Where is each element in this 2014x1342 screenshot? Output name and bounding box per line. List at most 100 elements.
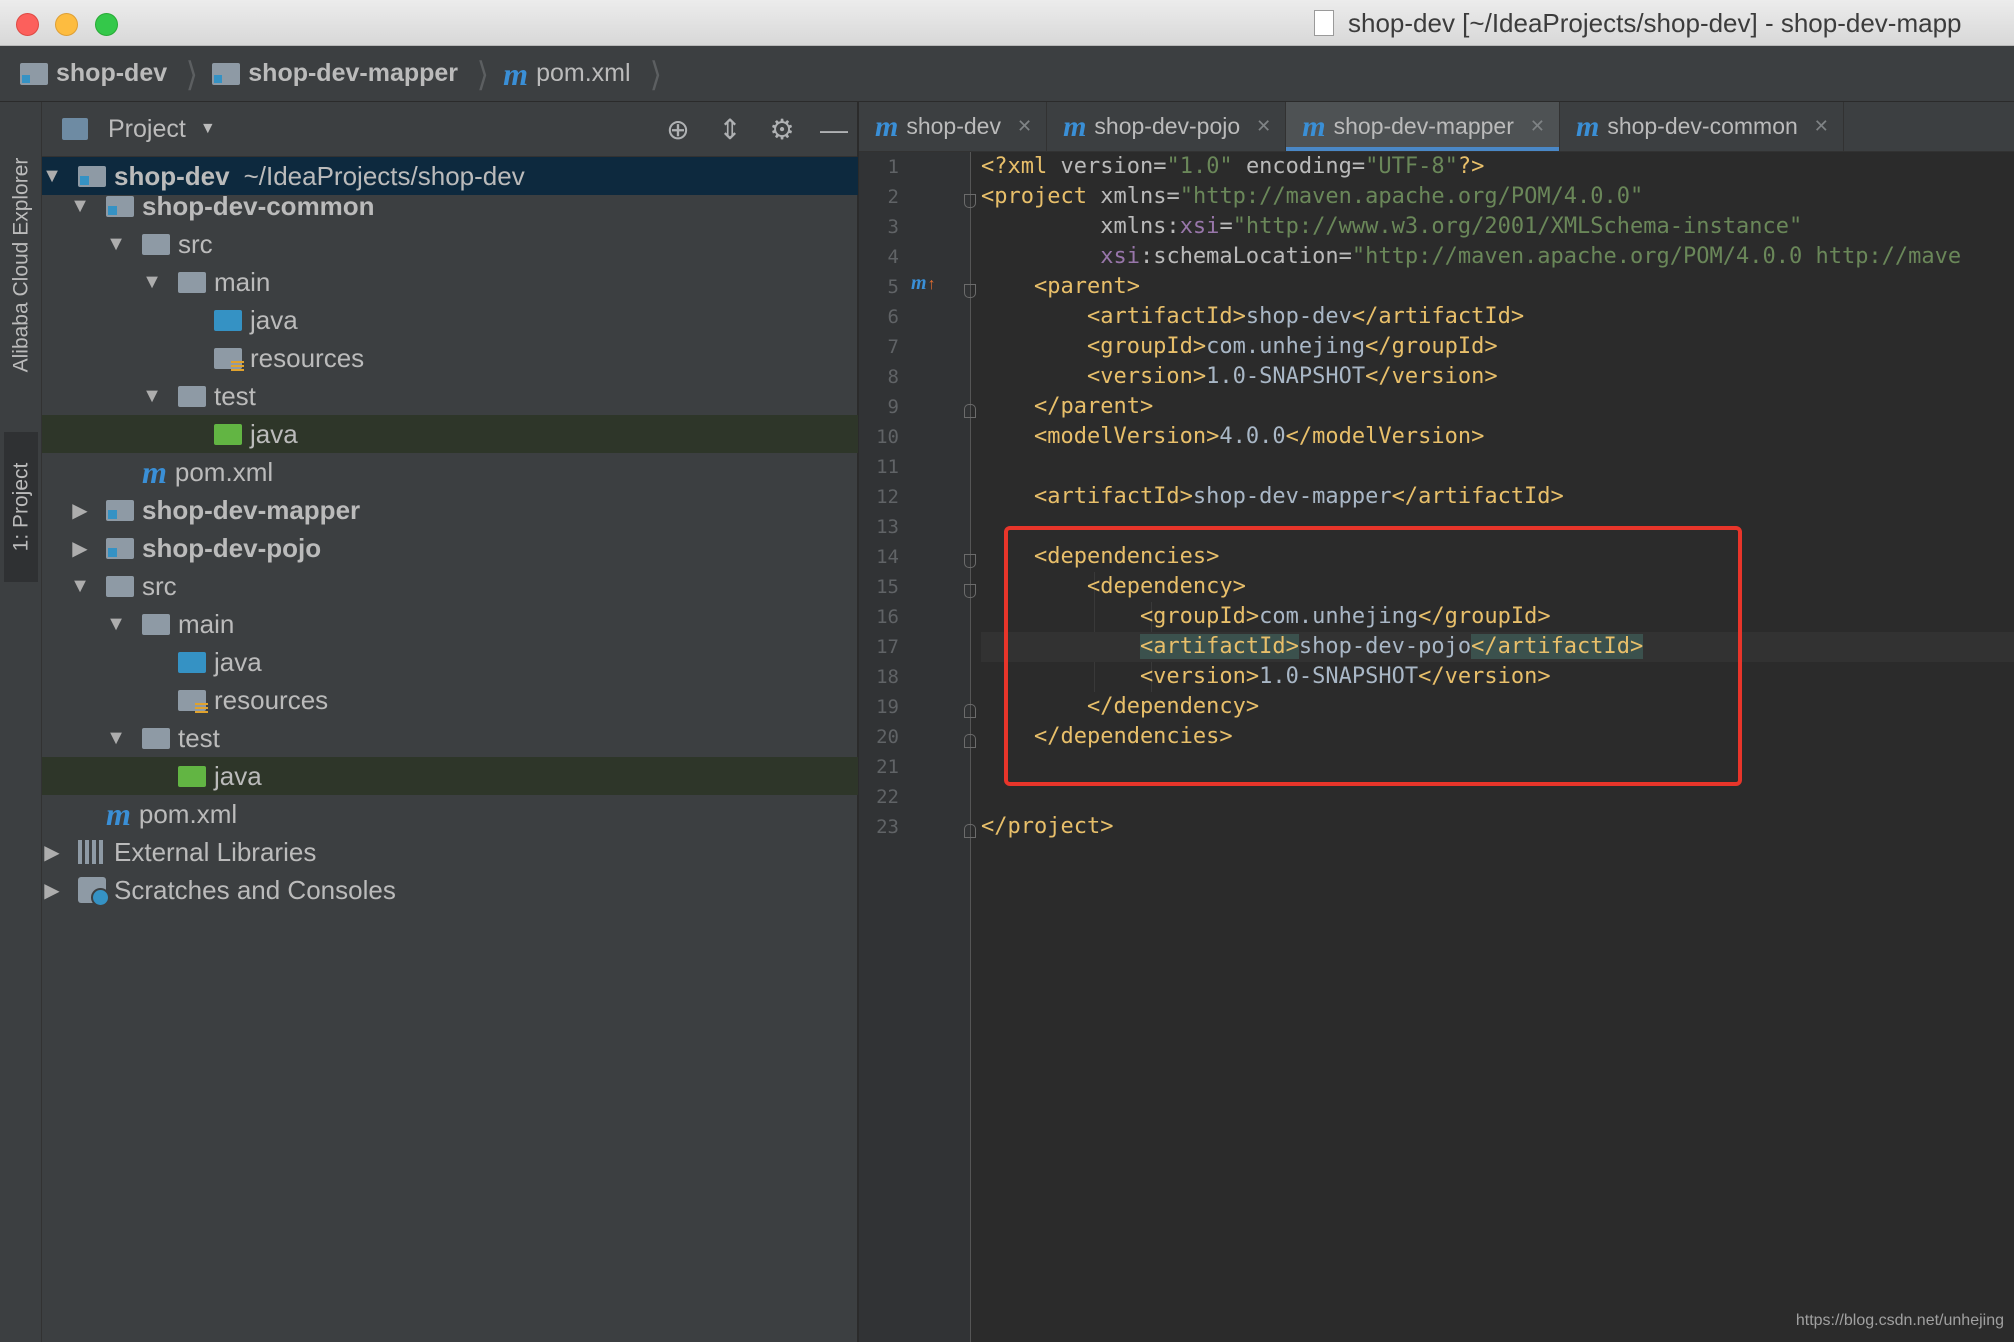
breadcrumb-item-shop-dev-mapper[interactable]: shop-dev-mapper: [212, 59, 458, 88]
tree-item-external-libraries[interactable]: ▶ External Libraries: [42, 833, 858, 871]
tree-item-label: pom.xml: [138, 798, 238, 829]
source-folder-icon: [214, 309, 242, 331]
code-line: <version>1.0-SNAPSHOT</version>: [981, 362, 1498, 392]
expanded-arrow-icon[interactable]: ▼: [70, 195, 90, 218]
tab-shop-dev[interactable]: m shop-dev ✕: [859, 102, 1048, 151]
window-title-bar: shop-dev [~/IdeaProjects/shop-dev] - sho…: [0, 0, 2014, 46]
code-text: "http://maven.apache.org/POM/4.0.0 http:…: [1351, 244, 1962, 269]
close-window-button[interactable]: [16, 13, 39, 36]
expanded-arrow-icon[interactable]: ▼: [42, 165, 62, 188]
expanded-arrow-icon[interactable]: ▼: [106, 233, 126, 256]
library-icon: [78, 840, 106, 864]
tree-item-label: main: [214, 266, 271, 297]
tree-item-label: shop-dev-common: [142, 190, 375, 221]
tree-item-label: main: [178, 608, 235, 639]
chevron-down-icon[interactable]: ▼: [200, 120, 216, 138]
tree-item-test[interactable]: ▼ test: [42, 377, 858, 415]
code-text: </artifactId>: [1391, 484, 1564, 509]
collapse-all-icon[interactable]: ⇕: [715, 113, 745, 146]
code-text: </project>: [981, 814, 1114, 839]
tree-item-src[interactable]: ▼ src: [42, 567, 858, 605]
tree-item-shop-dev-mapper[interactable]: ▶ shop-dev-mapper: [42, 491, 858, 529]
tool-tab-project[interactable]: 1: Project: [4, 432, 38, 582]
tree-item-label: test: [178, 722, 220, 753]
fold-marker-icon[interactable]: [964, 194, 976, 208]
line-number: 23: [876, 816, 899, 838]
watermark: https://blog.csdn.net/unhejing: [1795, 1312, 2004, 1329]
line-number: 6: [887, 306, 899, 328]
tab-shop-dev-mapper[interactable]: m shop-dev-mapper ✕: [1286, 102, 1560, 151]
tree-item-shop-dev-pojo[interactable]: ▶ shop-dev-pojo: [42, 529, 858, 567]
tree-item-pom-xml[interactable]: m pom.xml: [42, 795, 858, 833]
tree-item-test-java[interactable]: java: [42, 757, 858, 795]
tree-item-test[interactable]: ▼ test: [42, 719, 858, 757]
project-view-selector[interactable]: Project: [108, 115, 186, 144]
expanded-arrow-icon[interactable]: ▼: [70, 575, 90, 598]
code-line: <modelVersion>4.0.0</modelVersion>: [981, 422, 1484, 452]
tree-item-label: java: [214, 646, 262, 677]
code-text: </artifactId>: [1351, 304, 1525, 329]
tree-item-shop-dev-common[interactable]: ▼ shop-dev-common: [42, 187, 858, 225]
tree-item-src[interactable]: ▼ src: [42, 225, 858, 263]
expanded-arrow-icon[interactable]: ▼: [106, 727, 126, 750]
tree-item-main[interactable]: ▼ main: [42, 263, 858, 301]
code-line: <project xmlns="http://maven.apache.org/…: [981, 182, 1643, 212]
collapsed-arrow-icon[interactable]: ▶: [70, 498, 90, 523]
line-number: 17: [876, 636, 899, 658]
code-text: <artifactId>: [981, 304, 1246, 329]
line-number: 18: [876, 666, 899, 688]
close-icon[interactable]: ✕: [1256, 116, 1271, 137]
tree-item-java[interactable]: java: [42, 643, 858, 681]
fold-marker-icon[interactable]: [964, 284, 976, 298]
scratches-icon: [78, 877, 110, 907]
locate-file-icon[interactable]: ⊕: [663, 113, 693, 146]
fold-marker-icon[interactable]: [964, 584, 976, 598]
tree-item-resources[interactable]: resources: [42, 681, 858, 719]
tree-item-main[interactable]: ▼ main: [42, 605, 858, 643]
tool-tab-alibaba-cloud-explorer[interactable]: Alibaba Cloud Explorer: [4, 120, 38, 410]
fold-marker-icon[interactable]: [964, 404, 976, 418]
module-folder-icon: [106, 195, 134, 217]
breadcrumb-item-pom-xml[interactable]: m pom.xml: [503, 58, 630, 90]
minimize-window-button[interactable]: [55, 13, 78, 36]
tree-item-java[interactable]: java: [42, 301, 858, 339]
close-icon[interactable]: ✕: [1530, 116, 1545, 137]
collapsed-arrow-icon[interactable]: ▶: [42, 878, 62, 903]
highlight-annotation-box: [1004, 526, 1742, 786]
maven-icon: m: [875, 109, 899, 143]
tab-shop-dev-common[interactable]: m shop-dev-common ✕: [1560, 102, 1844, 151]
fold-marker-icon[interactable]: [964, 824, 976, 838]
module-folder-icon: [106, 537, 134, 559]
fold-marker-icon[interactable]: [964, 704, 976, 718]
hide-panel-icon[interactable]: —: [819, 114, 849, 146]
line-number: 8: [887, 366, 899, 388]
line-number: 22: [876, 786, 899, 808]
tree-item-scratches-and-consoles[interactable]: ▶ Scratches and Consoles: [42, 871, 858, 909]
project-view-icon: [62, 118, 88, 140]
fold-marker-icon[interactable]: [964, 554, 976, 568]
gear-icon[interactable]: ⚙: [767, 113, 797, 146]
line-number: 15: [876, 576, 899, 598]
document-icon: [1314, 10, 1334, 36]
folder-icon: [106, 575, 134, 597]
folder-icon: [142, 613, 170, 635]
tab-shop-dev-pojo[interactable]: m shop-dev-pojo ✕: [1047, 102, 1287, 151]
tree-item-pom-xml[interactable]: m pom.xml: [42, 453, 858, 491]
fold-marker-icon[interactable]: [964, 734, 976, 748]
collapsed-arrow-icon[interactable]: ▶: [42, 840, 62, 865]
collapsed-arrow-icon[interactable]: ▶: [70, 536, 90, 561]
expanded-arrow-icon[interactable]: ▼: [142, 271, 162, 294]
navigate-to-parent-icon[interactable]: m: [911, 272, 936, 295]
tree-item-resources[interactable]: resources: [42, 339, 858, 377]
code-text: 1.0-SNAPSHOT: [1206, 364, 1366, 389]
maximize-window-button[interactable]: [95, 13, 118, 36]
close-icon[interactable]: ✕: [1017, 116, 1032, 137]
close-icon[interactable]: ✕: [1814, 116, 1829, 137]
breadcrumb: shop-dev ❭ shop-dev-mapper ❭ m pom.xml ❭: [0, 46, 2014, 102]
line-number: 2: [887, 186, 899, 208]
expanded-arrow-icon[interactable]: ▼: [142, 385, 162, 408]
expanded-arrow-icon[interactable]: ▼: [106, 613, 126, 636]
tree-item-test-java[interactable]: java: [42, 415, 858, 453]
tree-item-label: src: [178, 228, 213, 259]
breadcrumb-item-shop-dev[interactable]: shop-dev: [20, 59, 167, 88]
